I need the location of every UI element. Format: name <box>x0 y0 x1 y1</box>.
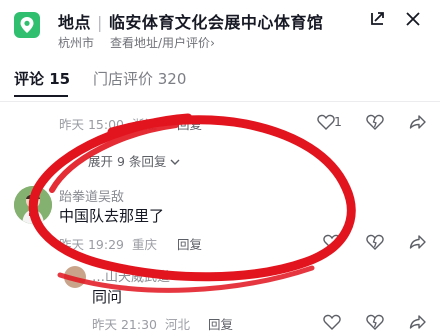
reply-button[interactable]: 回复 <box>177 234 202 253</box>
expand-replies-label: 展开 9 条回复 <box>88 154 167 169</box>
comment-username[interactable]: …山天威武道 <box>92 266 170 285</box>
share-icon[interactable] <box>408 312 428 332</box>
location-pin-icon <box>14 12 40 38</box>
like-count: 1 <box>334 114 342 129</box>
location-subtitle[interactable]: 杭州市 查看地址/用户评价› <box>58 34 215 51</box>
comment-meta: 昨天 19:29 重庆 <box>59 234 157 253</box>
location-name: 临安体育文化会展中心体育馆 <box>108 13 324 32</box>
comment-username[interactable]: 跆拳道吴敌 <box>59 186 124 205</box>
location-title[interactable]: 地点 | 临安体育文化会展中心体育馆 <box>58 9 323 33</box>
close-icon[interactable] <box>402 8 424 30</box>
comment-time: 昨天 19:29 <box>59 237 124 252</box>
tab-store-reviews[interactable]: 门店评价 320 <box>93 68 186 89</box>
comment-meta: 昨天 21:30 河北 <box>92 314 190 333</box>
chevron-down-icon <box>170 154 180 169</box>
share-icon[interactable] <box>408 232 428 252</box>
dislike-icon[interactable] <box>365 112 385 132</box>
tab-comments[interactable]: 评论 15 <box>14 68 70 89</box>
like-icon[interactable] <box>322 232 342 252</box>
expand-replies-button[interactable]: 展开 9 条回复 <box>88 151 180 170</box>
comment-text: 同问 <box>92 288 123 306</box>
dislike-icon[interactable] <box>365 312 385 332</box>
comment-location: 重庆 <box>131 237 157 252</box>
like-icon[interactable] <box>316 112 336 132</box>
reply-button[interactable]: 回复 <box>208 314 233 333</box>
reply-button[interactable]: 回复 <box>177 114 202 133</box>
comment-location: 浙江 <box>131 117 157 132</box>
comment-meta: 昨天 15:00 浙江 <box>59 114 157 133</box>
minimize-icon[interactable] <box>366 8 388 30</box>
comment-time: 昨天 15:00 <box>59 117 124 132</box>
location-kind: 地点 <box>58 13 92 32</box>
active-tab-indicator <box>14 95 68 97</box>
share-icon[interactable] <box>408 112 428 132</box>
comment-text: 中国队去那里了 <box>59 207 165 225</box>
tab-divider <box>0 101 440 102</box>
like-icon[interactable] <box>322 312 342 332</box>
location-city: 杭州市 <box>58 36 95 50</box>
chevron-right-icon: › <box>210 36 215 50</box>
avatar[interactable] <box>14 186 52 224</box>
view-address-link[interactable]: 查看地址/用户评价 <box>110 36 210 50</box>
dislike-icon[interactable] <box>365 232 385 252</box>
avatar[interactable] <box>64 266 86 288</box>
